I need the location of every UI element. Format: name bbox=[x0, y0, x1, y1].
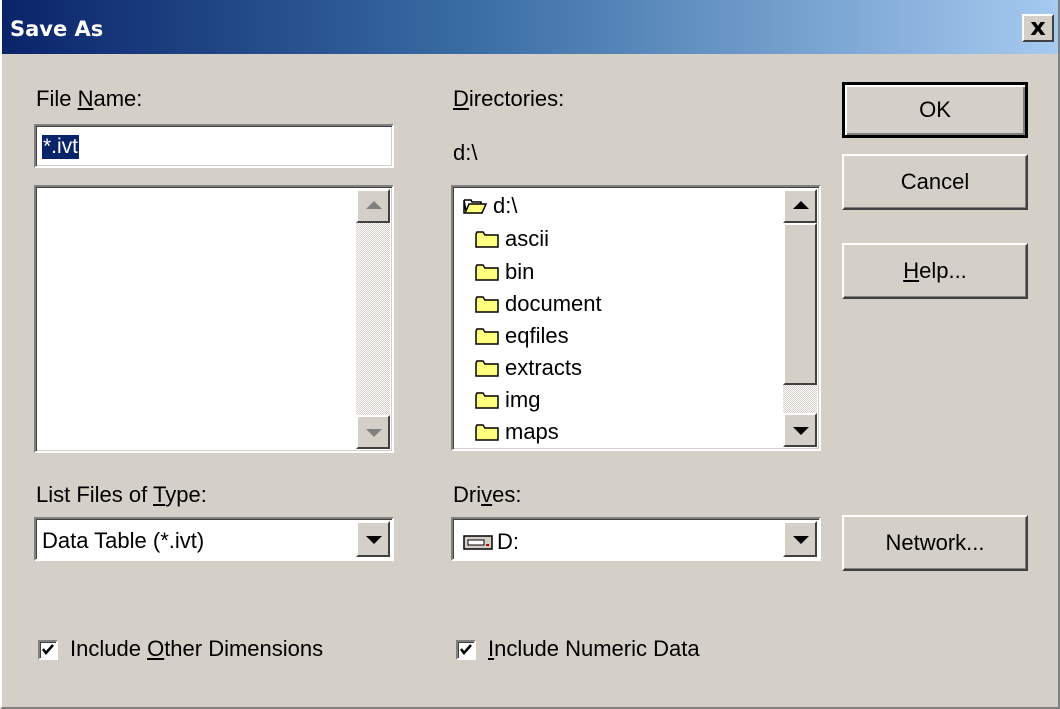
network-button[interactable]: Network... bbox=[842, 515, 1028, 571]
directory-item-root[interactable]: d:\ bbox=[463, 192, 517, 222]
directories-label: Directories: bbox=[453, 86, 565, 111]
file-name-label: File Name: bbox=[36, 86, 143, 111]
directory-item-ascii[interactable]: ascii bbox=[475, 225, 549, 255]
directory-item-bin[interactable]: bin bbox=[475, 258, 534, 288]
close-icon: x bbox=[1030, 13, 1046, 41]
file-list-scrollbar[interactable] bbox=[356, 189, 390, 449]
arrow-up-icon bbox=[366, 201, 382, 209]
current-directory-path: d:\ bbox=[453, 140, 478, 165]
file-list-scroll-up-button[interactable] bbox=[356, 189, 390, 223]
directory-item-eqfiles[interactable]: eqfiles bbox=[475, 322, 569, 352]
file-type-label: List Files of Type: bbox=[36, 482, 207, 507]
open-folder-icon bbox=[463, 199, 487, 214]
include-numeric-data-label[interactable]: Include Numeric Data bbox=[488, 636, 700, 662]
checkmark-icon bbox=[460, 644, 472, 655]
directory-scroll-thumb[interactable] bbox=[783, 223, 817, 385]
chevron-down-icon bbox=[793, 536, 809, 544]
chevron-down-icon bbox=[366, 536, 382, 544]
file-name-input[interactable]: *.ivt bbox=[34, 124, 394, 168]
directory-list-scrollbar[interactable] bbox=[783, 189, 817, 447]
save-as-dialog: Save As x File Name: *.ivt Directories: … bbox=[0, 0, 1060, 709]
include-other-dimensions-checkbox[interactable] bbox=[38, 640, 58, 660]
directory-item-document[interactable]: document bbox=[475, 290, 602, 320]
folder-icon bbox=[475, 231, 499, 248]
folder-icon bbox=[475, 264, 499, 281]
window-title: Save As bbox=[10, 17, 104, 41]
folder-icon bbox=[475, 360, 499, 377]
cancel-button[interactable]: Cancel bbox=[842, 154, 1028, 210]
file-type-dropdown-button[interactable] bbox=[356, 521, 390, 557]
directory-list[interactable]: d:\ ascii bin document eqfiles extracts bbox=[451, 185, 821, 451]
directory-scroll-down-button[interactable] bbox=[783, 413, 817, 447]
file-type-dropdown[interactable]: Data Table (*.ivt) bbox=[34, 517, 394, 561]
folder-icon bbox=[475, 424, 499, 441]
folder-icon bbox=[475, 392, 499, 409]
checkmark-icon bbox=[42, 644, 54, 655]
folder-icon bbox=[475, 328, 499, 345]
drives-dropdown-button[interactable] bbox=[783, 521, 817, 557]
help-button[interactable]: Help... bbox=[842, 243, 1028, 299]
drives-dropdown[interactable]: D: bbox=[451, 517, 821, 561]
drives-label: Drives: bbox=[453, 482, 522, 507]
folder-icon bbox=[475, 296, 499, 313]
file-name-value: *.ivt bbox=[42, 135, 80, 159]
drive-icon bbox=[463, 535, 493, 550]
file-type-value: Data Table (*.ivt) bbox=[42, 528, 205, 553]
directory-item-maps[interactable]: maps bbox=[475, 418, 559, 448]
include-numeric-data-checkbox[interactable] bbox=[456, 640, 476, 660]
arrow-down-icon bbox=[366, 429, 382, 437]
directory-item-extracts[interactable]: extracts bbox=[475, 354, 582, 384]
file-list[interactable] bbox=[34, 185, 394, 453]
drives-value: D: bbox=[463, 528, 519, 555]
ok-button[interactable]: OK bbox=[842, 82, 1028, 138]
include-other-dimensions-label[interactable]: Include Other Dimensions bbox=[70, 636, 323, 662]
arrow-down-icon bbox=[793, 427, 809, 435]
arrow-up-icon bbox=[793, 201, 809, 209]
directory-item-img[interactable]: img bbox=[475, 386, 540, 416]
close-button[interactable]: x bbox=[1022, 14, 1054, 42]
file-list-scroll-down-button[interactable] bbox=[356, 415, 390, 449]
title-bar: Save As x bbox=[2, 0, 1058, 54]
directory-scroll-up-button[interactable] bbox=[783, 189, 817, 223]
